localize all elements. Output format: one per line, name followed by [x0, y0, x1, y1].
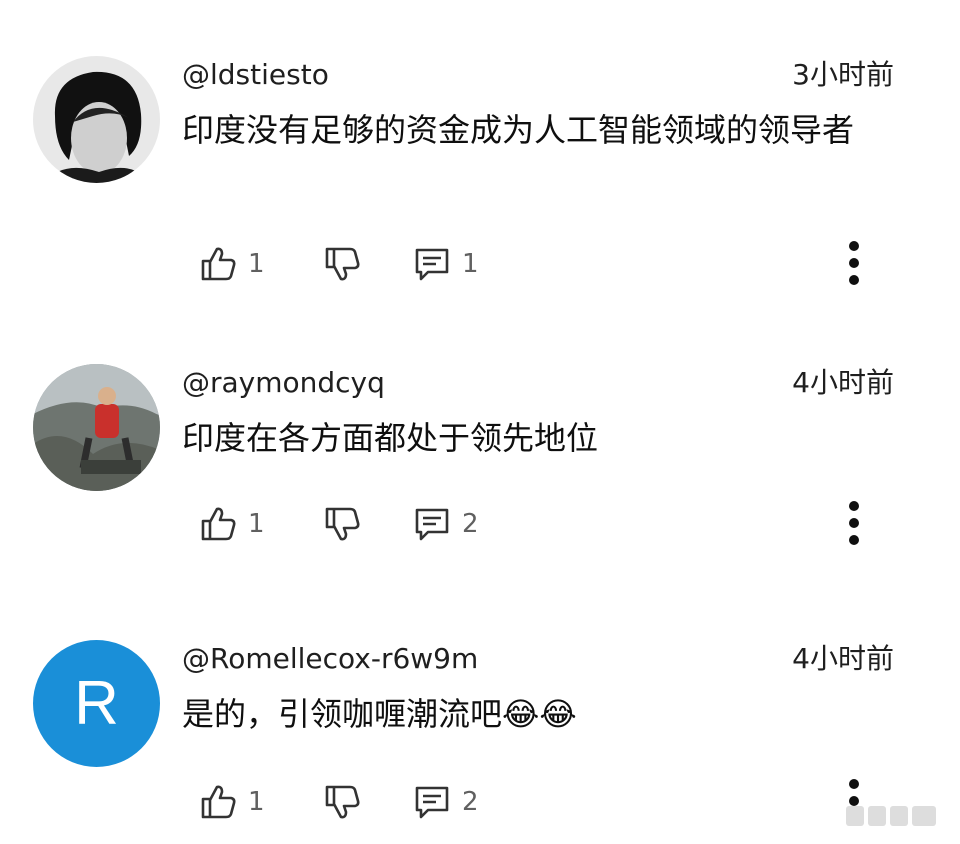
reply-count: 1: [462, 249, 479, 279]
thumbs-down-icon: [322, 244, 362, 284]
like-count: 1: [248, 249, 265, 279]
comment-timestamp: 3小时前: [792, 58, 894, 91]
comment-text: 印度没有足够的资金成为人工智能领域的领导者: [182, 111, 855, 149]
more-options-button[interactable]: [840, 500, 868, 550]
comment-icon: [412, 782, 452, 822]
comment-actions: 1 2: [198, 500, 898, 548]
dislike-button[interactable]: [322, 240, 362, 288]
like-button[interactable]: 1: [198, 500, 265, 548]
comment-actions: 1 1: [198, 240, 898, 288]
more-options-button[interactable]: [840, 240, 868, 290]
reply-count: 2: [462, 787, 479, 817]
comment-icon: [412, 244, 452, 284]
thumbs-up-icon: [198, 244, 238, 284]
comment-author[interactable]: @Romellecox-r6w9m: [182, 641, 478, 677]
comment-timestamp: 4小时前: [792, 642, 894, 675]
comment-author[interactable]: @ldstiesto: [182, 57, 329, 93]
thumbs-up-icon: [198, 782, 238, 822]
comment-icon: [412, 504, 452, 544]
comment-author[interactable]: @raymondcyq: [182, 365, 385, 401]
thumbs-down-icon: [322, 504, 362, 544]
like-count: 1: [248, 787, 265, 817]
reply-button[interactable]: 1: [412, 240, 479, 288]
comment-timestamp: 4小时前: [792, 366, 894, 399]
avatar[interactable]: R: [33, 640, 160, 767]
dislike-button[interactable]: [322, 500, 362, 548]
avatar-letter: R: [74, 669, 119, 738]
more-vert-icon: [840, 501, 868, 554]
reply-button[interactable]: 2: [412, 778, 479, 826]
like-count: 1: [248, 509, 265, 539]
like-button[interactable]: 1: [198, 240, 265, 288]
reply-count: 2: [462, 509, 479, 539]
thumbs-down-icon: [322, 782, 362, 822]
comment-text: 是的，引领咖喱潮流吧😂😂: [182, 695, 577, 733]
reply-button[interactable]: 2: [412, 500, 479, 548]
comment-text: 印度在各方面都处于领先地位: [182, 419, 599, 457]
thumbs-up-icon: [198, 504, 238, 544]
watermark-logo: [844, 804, 940, 828]
comment-actions: 1 2: [198, 778, 898, 826]
avatar[interactable]: [33, 364, 160, 491]
more-vert-icon: [840, 241, 868, 294]
avatar[interactable]: [33, 56, 160, 183]
like-button[interactable]: 1: [198, 778, 265, 826]
dislike-button[interactable]: [322, 778, 362, 826]
